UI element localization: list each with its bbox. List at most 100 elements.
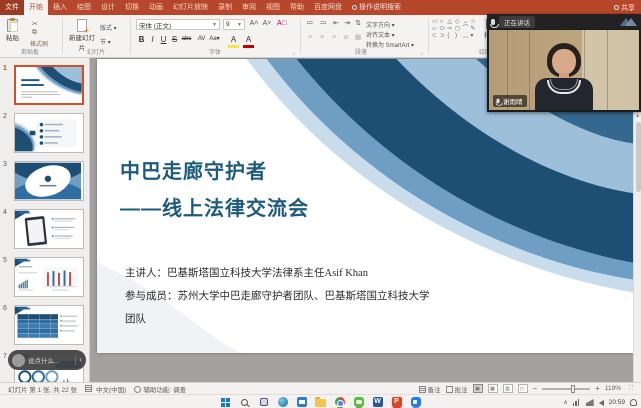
tab-insert[interactable]: 插入: [48, 0, 72, 15]
battery-icon[interactable]: [586, 399, 594, 406]
language-status[interactable]: 中文(中国): [96, 384, 126, 394]
clear-format-button[interactable]: A⃠: [276, 19, 288, 29]
slide-title-line1[interactable]: 中巴走廊守护者: [120, 155, 267, 184]
font-color-button[interactable]: A: [243, 34, 254, 48]
notes-toggle[interactable]: 备注: [419, 384, 441, 394]
numbering-button[interactable]: ≕: [317, 19, 329, 29]
word-icon: W: [373, 397, 383, 407]
slide-thumbnail-1[interactable]: [14, 65, 84, 105]
columns-button[interactable]: ▦: [352, 33, 364, 43]
meeting-chat-pill[interactable]: 说点什么... ‹: [8, 350, 86, 370]
scrollbar-thumb[interactable]: [636, 122, 641, 192]
shrink-font-button[interactable]: A˅: [261, 19, 273, 29]
tab-baidu-netdisk[interactable]: 百度网盘: [309, 0, 347, 15]
align-center-button[interactable]: ≡: [316, 33, 328, 43]
zoom-in-button[interactable]: +: [595, 385, 600, 393]
paste-button[interactable]: 粘贴: [6, 19, 19, 42]
file-explorer-button[interactable]: [315, 396, 327, 408]
copy-icon[interactable]: ⧉: [32, 29, 37, 37]
volume-icon[interactable]: [599, 400, 604, 406]
align-right-button[interactable]: ≡: [328, 33, 340, 43]
slide-title-line2[interactable]: ——线上法律交流会: [120, 192, 309, 221]
powerpoint-button[interactable]: P: [391, 396, 403, 408]
tab-home[interactable]: 开始: [24, 0, 48, 15]
share-button[interactable]: 共享: [608, 0, 641, 15]
tab-transitions[interactable]: 切换: [120, 0, 144, 15]
word-button[interactable]: W: [372, 396, 384, 408]
participant-name: 谢雨晴: [503, 96, 523, 106]
tab-view[interactable]: 视图: [261, 0, 285, 15]
slide-thumbnail-2[interactable]: [14, 113, 84, 153]
spellcheck-icon[interactable]: [85, 385, 94, 393]
grow-font-button[interactable]: A˄: [248, 19, 260, 29]
underline-button[interactable]: U: [158, 34, 169, 45]
italic-button[interactable]: I: [147, 34, 158, 45]
fit-to-window-button[interactable]: ⛶: [626, 384, 636, 393]
tab-slideshow[interactable]: 幻灯片放映: [168, 0, 213, 15]
zoom-slider-knob[interactable]: [571, 385, 575, 393]
section-button[interactable]: 节 ▾: [100, 37, 111, 46]
align-text-button[interactable]: 对齐文本 ▾: [366, 30, 395, 39]
collapse-arrow-icon[interactable]: ‹: [79, 351, 82, 369]
strikethrough-button[interactable]: S: [169, 34, 180, 45]
meeting-app-button[interactable]: [410, 396, 422, 408]
chrome-button[interactable]: [334, 396, 346, 408]
font-size-combo[interactable]: 9▼: [223, 19, 245, 30]
store-button[interactable]: [296, 396, 308, 408]
task-view-button[interactable]: [258, 396, 270, 408]
slide-thumbnail-5[interactable]: [14, 257, 84, 297]
hidden-icons-chevron[interactable]: ∧: [563, 399, 567, 406]
comments-toggle[interactable]: 批注: [446, 384, 468, 394]
change-case-button[interactable]: Aa▾: [209, 34, 220, 45]
slide-sorter-view-button[interactable]: ▦: [488, 384, 498, 393]
shadow-button[interactable]: abc: [181, 34, 192, 45]
layout-button[interactable]: 版式 ▾: [100, 23, 117, 32]
paragraph-dialog-launcher[interactable]: ⌟: [420, 49, 423, 56]
slide-number: 7: [3, 353, 7, 360]
search-button[interactable]: [239, 396, 251, 408]
justify-button[interactable]: ≣: [340, 33, 352, 43]
cut-icon[interactable]: ✂: [32, 20, 38, 28]
tell-me-search[interactable]: 操作说明搜索: [347, 0, 406, 15]
taskbar-clock[interactable]: 20:59: [609, 396, 625, 408]
tab-review[interactable]: 审阅: [237, 0, 261, 15]
slideshow-view-button[interactable]: ▷: [518, 384, 528, 393]
speaker-line: 主讲人：巴基斯塔国立科技大学法律系主任Asif Khan: [125, 262, 435, 285]
reading-view-button[interactable]: ▥: [503, 384, 513, 393]
notifications-icon[interactable]: [630, 399, 637, 406]
bold-button[interactable]: B: [136, 34, 147, 45]
tab-file[interactable]: 文件: [0, 0, 24, 15]
zoom-out-button[interactable]: −: [533, 385, 538, 393]
tab-draw[interactable]: 绘图: [72, 0, 96, 15]
zoom-level[interactable]: 119%: [605, 385, 621, 392]
scroll-up-icon[interactable]: ▲: [635, 113, 640, 119]
edge-browser-button[interactable]: [277, 396, 289, 408]
slide-thumbnail-3[interactable]: [14, 161, 84, 201]
char-spacing-button[interactable]: AV: [196, 34, 207, 45]
shapes-gallery[interactable]: ▭○△◇↔☆ ▱⬭⇨◻⌒✎ ⊂⊃()﹏▾: [432, 19, 478, 40]
highlight-color-button[interactable]: A: [228, 34, 239, 48]
normal-view-button[interactable]: ▣: [473, 384, 483, 393]
accessibility-status[interactable]: 辅助功能: 调查: [134, 384, 186, 394]
edge-icon: [278, 397, 288, 407]
chat-input-placeholder[interactable]: 说点什么...: [28, 355, 59, 365]
tab-design[interactable]: 设计: [96, 0, 120, 15]
zoom-slider[interactable]: [542, 388, 590, 390]
slide-thumbnail-4[interactable]: [14, 209, 84, 249]
network-icon[interactable]: [573, 399, 581, 406]
start-button[interactable]: [220, 396, 232, 408]
wechat-button[interactable]: [353, 396, 365, 408]
line-spacing-button[interactable]: ⇅: [352, 19, 364, 29]
slide-counter: 幻灯片 第 1 张, 共 22 张: [8, 384, 77, 394]
slide-thumbnail-6[interactable]: [14, 305, 84, 345]
font-name-combo[interactable]: 宋体 (正文)▼: [136, 19, 220, 30]
meeting-video-overlay[interactable]: 正在讲话 谢雨晴: [487, 14, 641, 112]
tab-animations[interactable]: 动画: [144, 0, 168, 15]
tab-help[interactable]: 帮助: [285, 0, 309, 15]
align-left-button[interactable]: ≡: [304, 33, 316, 43]
text-direction-button[interactable]: 文字方向 ▾: [366, 20, 395, 29]
slide-body-text[interactable]: 主讲人：巴基斯塔国立科技大学法律系主任Asif Khan 参与成员：苏州大学中巴…: [125, 262, 435, 331]
bullets-button[interactable]: ≔: [304, 19, 316, 29]
font-dialog-launcher[interactable]: ⌟: [292, 49, 295, 56]
tab-record[interactable]: 录制: [213, 0, 237, 15]
